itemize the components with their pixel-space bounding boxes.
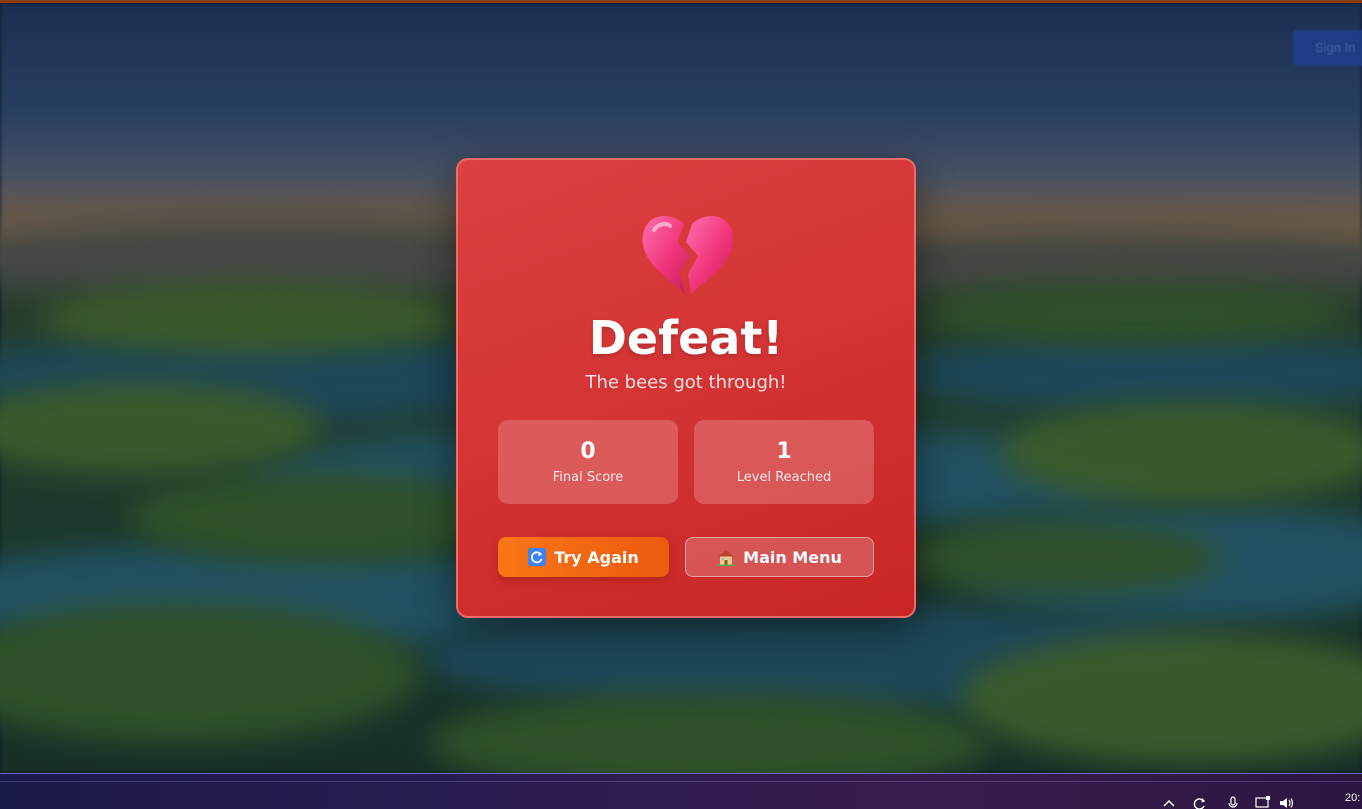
defeat-subtitle: The bees got through! (585, 372, 787, 393)
level-reached-card: 1 Level Reached (694, 420, 874, 504)
game-screen: Sign In Defeat! The bees got through! 0 … (0, 0, 1362, 809)
taskbar-clock[interactable]: 20: (1345, 791, 1362, 805)
window-top-border (0, 0, 1362, 3)
taskbar-divider (0, 781, 1362, 782)
main-menu-button[interactable]: Main Menu (685, 537, 874, 577)
microphone-icon[interactable] (1225, 796, 1241, 809)
chevron-up-icon[interactable] (1161, 796, 1177, 809)
try-again-button[interactable]: Try Again (498, 537, 669, 577)
network-icon[interactable] (1255, 796, 1271, 809)
defeat-title: Defeat! (588, 311, 784, 365)
refresh-icon (528, 548, 547, 566)
house-icon (717, 550, 736, 566)
final-score-label: Final Score (552, 470, 624, 485)
final-score-value: 0 (580, 439, 596, 464)
level-reached-label: Level Reached (736, 470, 832, 485)
main-menu-label: Main Menu (743, 547, 842, 567)
sign-in-button[interactable]: Sign In (1293, 30, 1362, 66)
speaker-icon[interactable] (1279, 796, 1295, 809)
final-score-card: 0 Final Score (498, 420, 678, 504)
broken-heart-icon (642, 216, 734, 294)
level-reached-value: 1 (776, 439, 792, 464)
refresh-icon[interactable] (1192, 796, 1208, 809)
taskbar (0, 773, 1362, 809)
try-again-label: Try Again (554, 547, 639, 567)
